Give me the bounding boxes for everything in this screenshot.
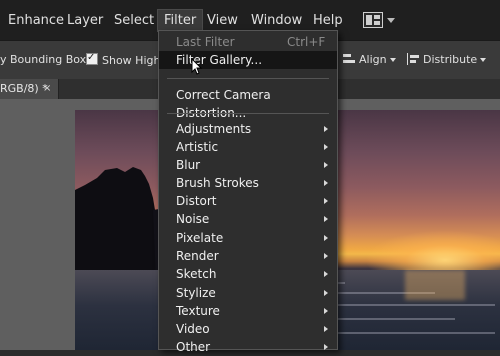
submenu-arrow-icon	[324, 253, 328, 259]
submenu-label: Render	[176, 249, 219, 263]
menu-item-last-filter[interactable]: Last Filter Ctrl+F	[159, 33, 337, 51]
distribute-dropdown[interactable]: Distribute	[406, 53, 487, 67]
menu-item-correct-camera-distortion[interactable]: Correct Camera Distortion...	[159, 86, 337, 120]
menu-filter[interactable]: Filter	[157, 9, 204, 32]
mouse-pointer-icon	[191, 58, 203, 75]
filter-menu: Last Filter Ctrl+F Filter Gallery... Cor…	[158, 30, 338, 354]
show-highlight-option[interactable]: Show Highl	[86, 51, 164, 67]
submenu-adjustments[interactable]: Adjustments	[159, 120, 337, 138]
align-dropdown[interactable]: Align	[342, 53, 396, 67]
menu-enhance[interactable]: Enhance	[2, 10, 70, 32]
submenu-label: Pixelate	[176, 231, 224, 245]
submenu-label: Distort	[176, 194, 217, 208]
submenu-distort[interactable]: Distort	[159, 192, 337, 210]
show-highlight-checkbox[interactable]	[86, 51, 98, 65]
menu-view[interactable]: View	[201, 10, 244, 32]
chevron-down-icon	[387, 17, 395, 23]
submenu-render[interactable]: Render	[159, 247, 337, 265]
align-icon	[343, 54, 355, 63]
show-highlight-label: Show Highl	[102, 54, 164, 67]
submenu-label: Brush Strokes	[176, 176, 259, 190]
layout-panels-icon	[363, 12, 383, 28]
submenu-sketch[interactable]: Sketch	[159, 265, 337, 283]
menu-help[interactable]: Help	[307, 10, 349, 32]
submenu-arrow-icon	[324, 216, 328, 222]
filter-gallery-label: Filter Gallery...	[176, 53, 263, 67]
document-tab[interactable]: RGB/8) * ×	[0, 79, 59, 99]
menu-separator	[167, 113, 329, 114]
distribute-icon	[407, 53, 419, 65]
document-tab-label: RGB/8) *	[0, 82, 48, 95]
submenu-texture[interactable]: Texture	[159, 302, 337, 320]
menu-select[interactable]: Select	[108, 10, 160, 32]
close-icon[interactable]: ×	[43, 79, 51, 99]
submenu-arrow-icon	[324, 308, 328, 314]
submenu-arrow-icon	[324, 126, 328, 132]
submenu-label: Texture	[176, 304, 220, 318]
submenu-arrow-icon	[324, 344, 328, 350]
wave	[335, 304, 495, 306]
submenu-label: Video	[176, 322, 210, 336]
distribute-caret-icon	[480, 58, 487, 62]
submenu-artistic[interactable]: Artistic	[159, 138, 337, 156]
submenu-pixelate[interactable]: Pixelate	[159, 229, 337, 247]
submenu-label: Artistic	[176, 140, 219, 154]
submenu-label: Other	[176, 340, 211, 354]
distribute-label: Distribute	[423, 53, 478, 66]
submenu-blur[interactable]: Blur	[159, 156, 337, 174]
bounding-box-label[interactable]: y Bounding Box	[0, 53, 86, 67]
menu-window[interactable]: Window	[245, 10, 308, 32]
sun-reflection	[405, 270, 465, 300]
layout-button[interactable]	[363, 8, 403, 32]
submenu-label: Stylize	[176, 286, 216, 300]
submenu-noise[interactable]: Noise	[159, 210, 337, 228]
align-caret-icon	[389, 58, 396, 62]
align-label: Align	[359, 53, 387, 66]
submenu-arrow-icon	[324, 326, 328, 332]
submenu-arrow-icon	[324, 198, 328, 204]
submenu-arrow-icon	[324, 235, 328, 241]
submenu-other[interactable]: Other	[159, 338, 337, 356]
menu-layer[interactable]: Layer	[61, 10, 109, 32]
submenu-stylize[interactable]: Stylize	[159, 284, 337, 302]
submenu-label: Noise	[176, 212, 210, 226]
submenu-label: Blur	[176, 158, 201, 172]
submenu-label: Sketch	[176, 267, 217, 281]
menu-separator	[167, 78, 329, 79]
submenu-arrow-icon	[324, 162, 328, 168]
submenu-arrow-icon	[324, 180, 328, 186]
submenu-arrow-icon	[324, 290, 328, 296]
submenu-arrow-icon	[324, 144, 328, 150]
submenu-arrow-icon	[324, 271, 328, 277]
submenu-label: Adjustments	[176, 122, 252, 136]
menu-item-filter-gallery[interactable]: Filter Gallery...	[159, 51, 337, 69]
submenu-video[interactable]: Video	[159, 320, 337, 338]
correct-camera-label: Correct Camera Distortion...	[176, 88, 271, 120]
submenu-brush-strokes[interactable]: Brush Strokes	[159, 174, 337, 192]
last-filter-shortcut: Ctrl+F	[287, 35, 326, 49]
last-filter-label: Last Filter	[176, 35, 235, 49]
